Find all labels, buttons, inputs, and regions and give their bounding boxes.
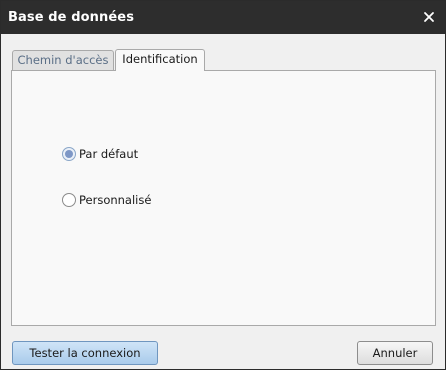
radio-label: Personnalisé [79, 193, 152, 207]
radio-button[interactable] [62, 193, 76, 207]
test-connection-button[interactable]: Tester la connexion [12, 341, 158, 365]
radio-label: Par défaut [79, 147, 139, 161]
tab-label: Identification [122, 52, 198, 66]
radio-dot [65, 150, 73, 158]
identification-panel: Par défaut Personnalisé [11, 70, 436, 326]
tab-identification[interactable]: Identification [115, 49, 205, 71]
close-button[interactable] [419, 7, 439, 27]
tab-label: Chemin d'accès [17, 53, 109, 67]
radio-button-checked[interactable] [62, 147, 76, 161]
radio-personnalise[interactable]: Personnalisé [62, 193, 151, 207]
cancel-button[interactable]: Annuler [357, 341, 433, 365]
close-icon [424, 12, 434, 22]
tab-chemin-acces[interactable]: Chemin d'accès [12, 50, 114, 71]
database-dialog: Base de données Chemin d'accès Identific… [0, 0, 446, 370]
radio-par-defaut[interactable]: Par défaut [62, 147, 138, 161]
dialog-title: Base de données [8, 10, 135, 25]
title-bar[interactable]: Base de données [1, 1, 445, 34]
dialog-body: Chemin d'accès Identification Par défaut… [1, 34, 445, 369]
